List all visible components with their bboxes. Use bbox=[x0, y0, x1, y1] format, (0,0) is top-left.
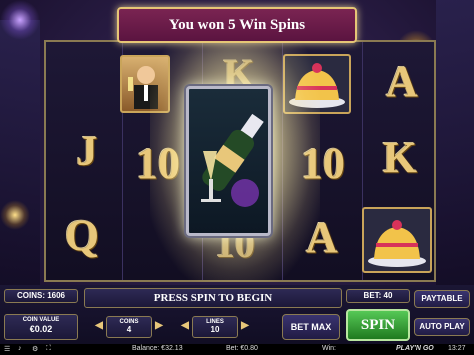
message-text: PRESS SPIN TO BEGIN bbox=[153, 292, 273, 304]
menu-icon[interactable]: ☰ bbox=[4, 345, 10, 353]
lines-increase-button[interactable]: ▶ bbox=[240, 318, 250, 334]
fullscreen-icon[interactable]: ⛶ bbox=[46, 345, 51, 353]
paytable-label: PAYTABLE bbox=[421, 294, 463, 303]
coins-selector[interactable]: COINS 4 bbox=[106, 316, 152, 338]
paytable-button[interactable]: PAYTABLE bbox=[414, 290, 470, 308]
lines-selector[interactable]: LINES 10 bbox=[192, 316, 238, 338]
firework-icon bbox=[0, 0, 40, 40]
auto-play-button[interactable]: AUTO PLAY bbox=[414, 318, 470, 336]
reel-symbol-k: K bbox=[382, 133, 418, 182]
win-banner-text: You won 5 Win Spins bbox=[168, 17, 306, 33]
lines-value: 10 bbox=[210, 325, 220, 334]
balance-text: Balance: €32.13 bbox=[132, 345, 183, 352]
coin-value-amount: €0.02 bbox=[29, 324, 53, 334]
sound-icon[interactable]: ♪ bbox=[18, 345, 22, 352]
reel-symbol-a: A bbox=[386, 57, 418, 106]
coins-value: 4 bbox=[126, 325, 132, 334]
status-bar: ☰ ♪ ⚙ ⛶ Balance: €32.13 Bet: €0.80 Win: … bbox=[0, 344, 474, 355]
coins-increase-button[interactable]: ▶ bbox=[154, 318, 164, 334]
bet-max-button[interactable]: BET MAX bbox=[282, 314, 340, 340]
bet-display-text: BET: 40 bbox=[363, 291, 393, 300]
coin-value-selector[interactable]: COIN VALUE €0.02 bbox=[4, 314, 78, 340]
background-tower-right bbox=[436, 0, 474, 290]
coin-value-title: COIN VALUE bbox=[22, 317, 60, 323]
symbol-pudding bbox=[362, 207, 432, 273]
settings-icon[interactable]: ⚙ bbox=[32, 345, 38, 353]
coins-display-text: COINS: 1606 bbox=[16, 291, 66, 300]
spin-label: SPIN bbox=[360, 317, 396, 333]
background-tower-left bbox=[0, 20, 40, 290]
pudding-icon bbox=[368, 220, 426, 267]
clock-text: 13:27 bbox=[448, 345, 466, 352]
win-banner: You won 5 Win Spins bbox=[117, 7, 357, 43]
bet-display: BET: 40 bbox=[346, 289, 410, 303]
bet-max-label: BET MAX bbox=[290, 322, 332, 332]
brand-logo: PLAY'N GO bbox=[396, 345, 434, 352]
firework-icon bbox=[0, 200, 30, 230]
message-bar: PRESS SPIN TO BEGIN bbox=[84, 288, 342, 308]
champagne-bottle-icon bbox=[201, 113, 264, 207]
reel-symbol-j: J bbox=[76, 129, 98, 175]
win-text: Win: bbox=[322, 345, 336, 352]
reel-symbol-q: Q bbox=[64, 211, 100, 260]
lines-decrease-button[interactable]: ◀ bbox=[180, 318, 190, 334]
wild-symbol-champagne bbox=[186, 86, 271, 236]
auto-play-label: AUTO PLAY bbox=[419, 322, 465, 331]
spin-button[interactable]: SPIN bbox=[346, 309, 410, 341]
coins-display: COINS: 1606 bbox=[4, 289, 78, 303]
coins-decrease-button[interactable]: ◀ bbox=[94, 318, 104, 334]
bet-text: Bet: €0.80 bbox=[226, 345, 258, 352]
